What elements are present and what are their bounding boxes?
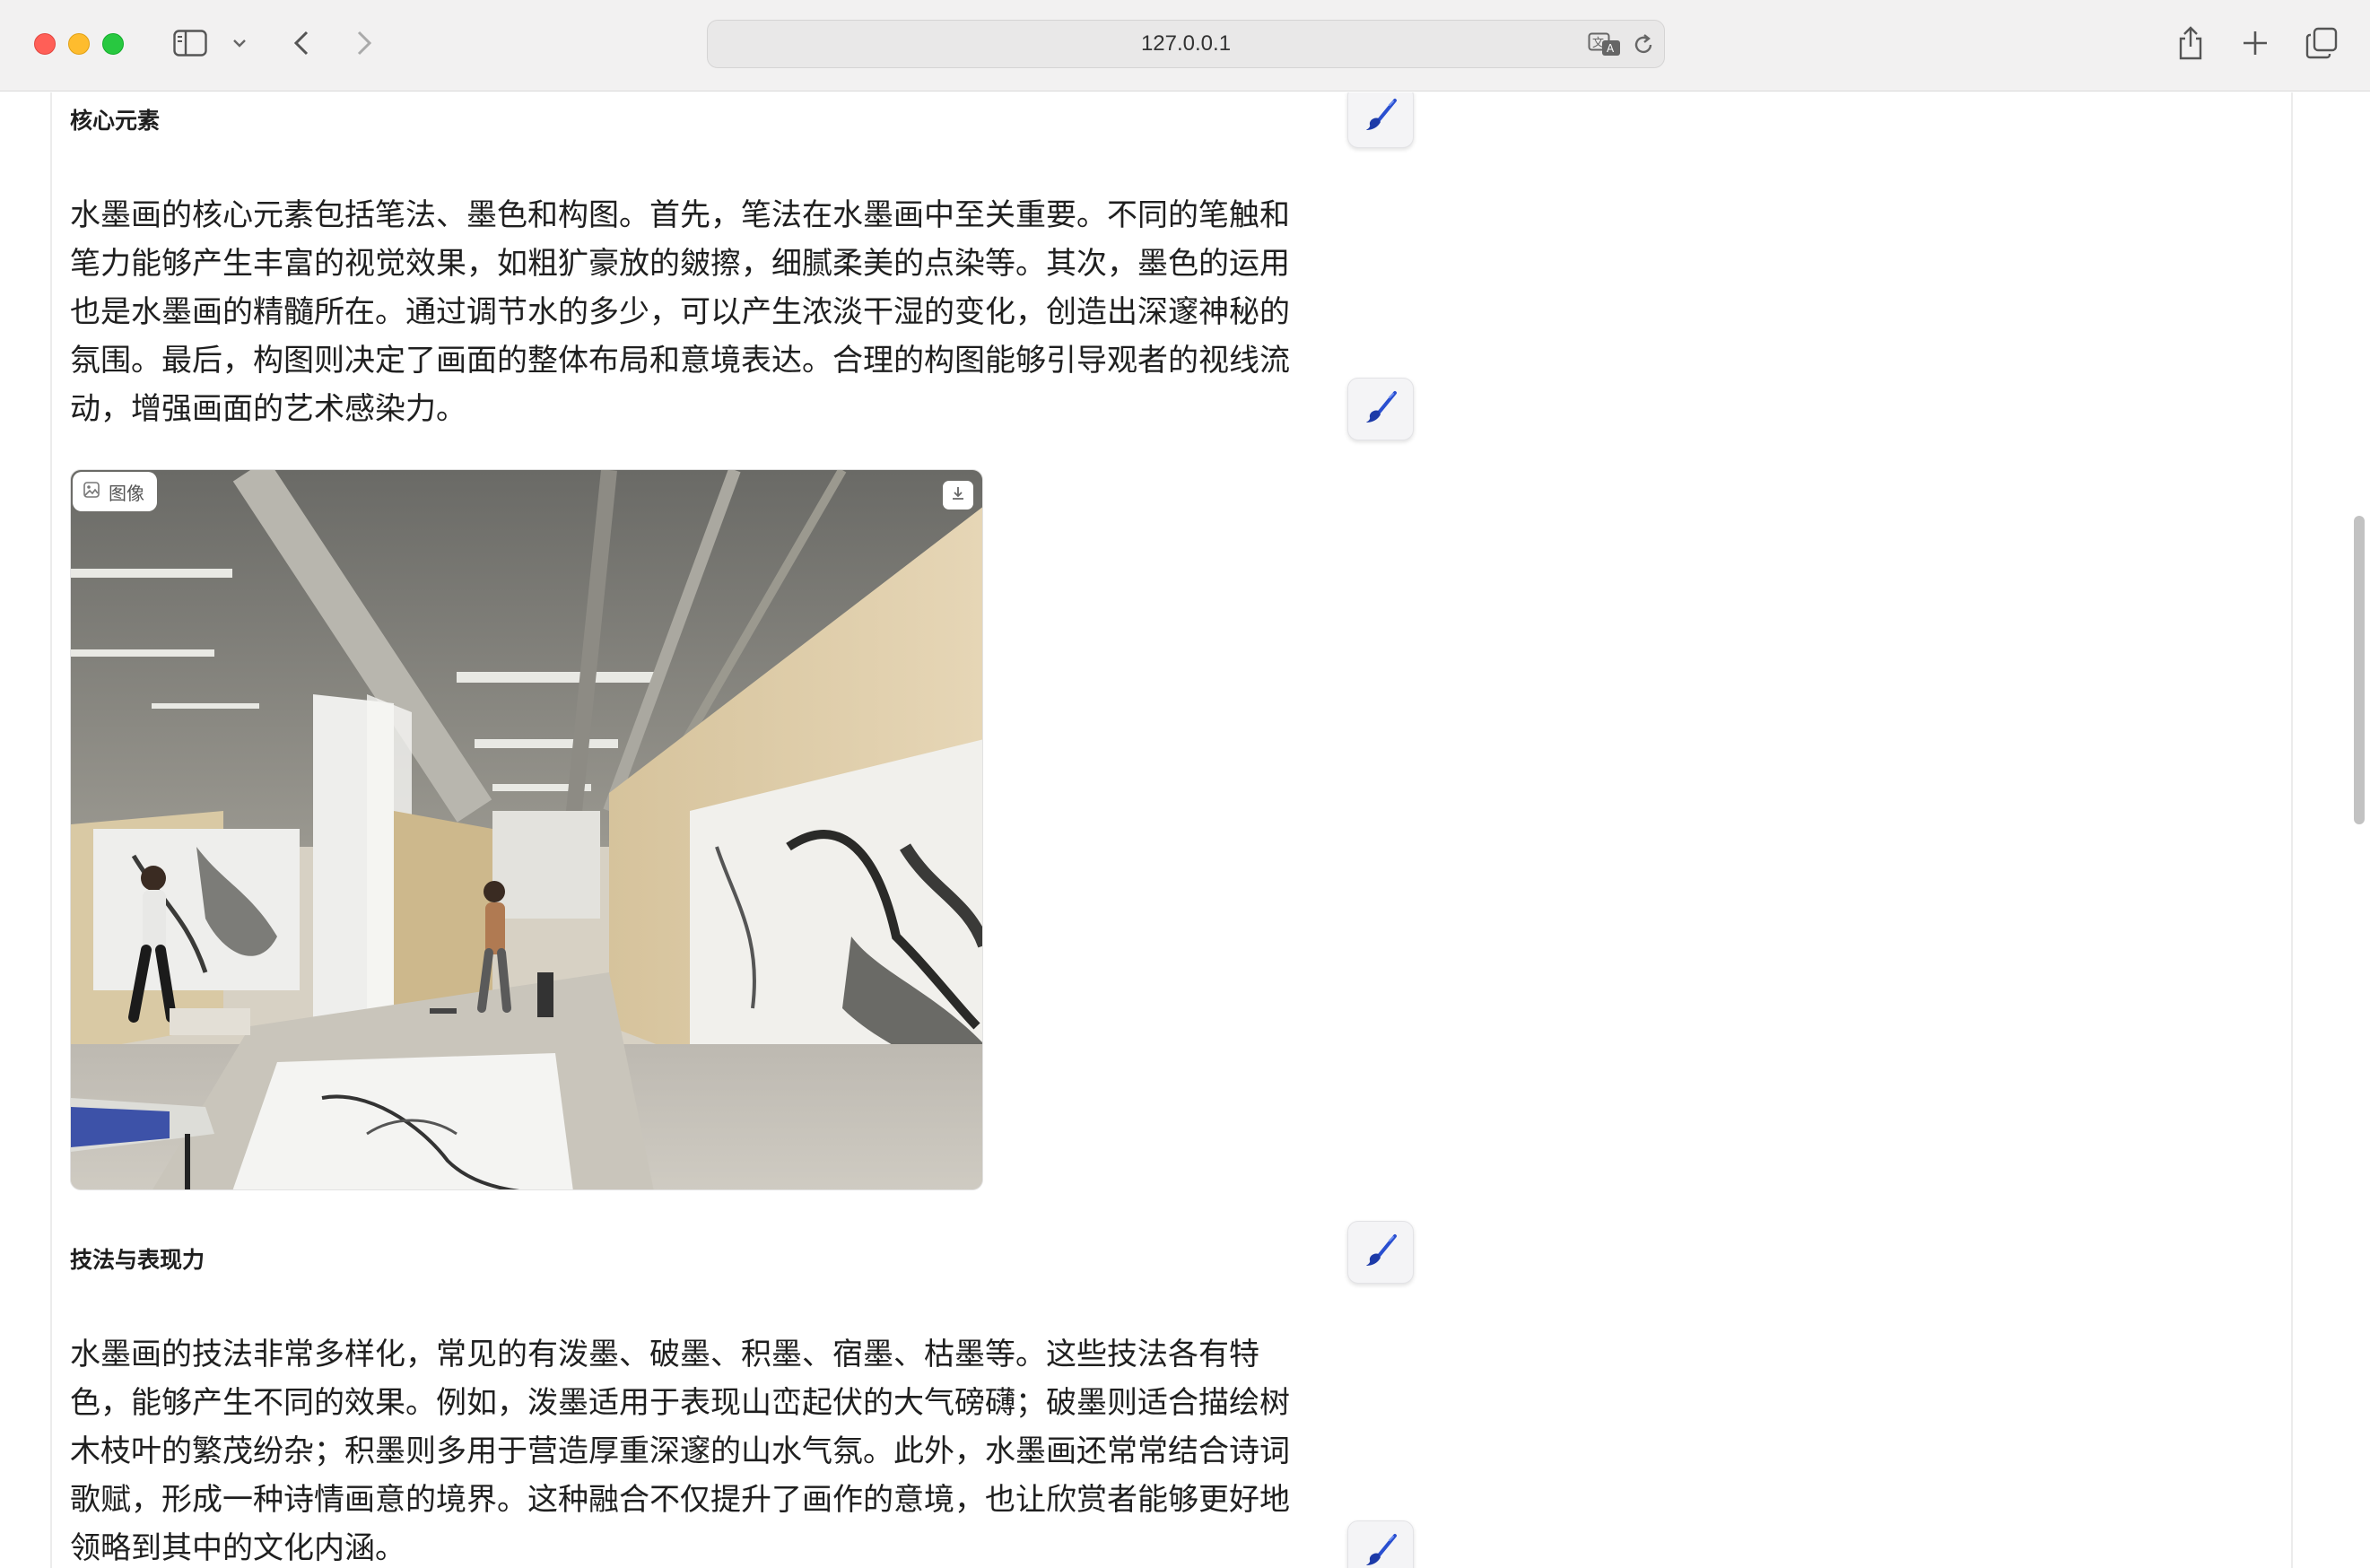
browser-toolbar: 127.0.0.1 文A (0, 0, 2370, 91)
content-border-right (2291, 92, 2293, 1568)
content-border-left (50, 92, 52, 1568)
reload-icon[interactable] (1630, 31, 1657, 58)
section-title-core-elements: 核心元素 (70, 108, 161, 134)
section-paragraph-techniques: 水墨画的技法非常多样化，常见的有泼墨、破墨、积墨、宿墨、枯墨等。这些技法各有特色… (70, 1337, 1290, 1566)
forward-icon[interactable] (352, 27, 377, 59)
page-content: 核心元素 水墨画的核心元素包括笔法、墨色和构图。首先，笔法在水墨画中至关重要。不… (0, 92, 2370, 1568)
tab-overview-icon[interactable] (2304, 25, 2340, 61)
sidebar-toggle-icon[interactable] (172, 27, 208, 59)
paintbrush-icon (1363, 1233, 1398, 1272)
back-icon[interactable] (289, 27, 314, 59)
paintbrush-icon (1363, 97, 1398, 136)
address-bar[interactable]: 127.0.0.1 文A (707, 20, 1665, 68)
image-icon (83, 481, 100, 502)
download-icon (951, 485, 965, 505)
minimize-window-button[interactable] (68, 33, 90, 55)
image-card[interactable]: 图像 (70, 469, 983, 1190)
image-type-badge: 图像 (73, 472, 157, 511)
close-window-button[interactable] (34, 33, 56, 55)
zoom-window-button[interactable] (102, 33, 124, 55)
share-icon[interactable] (2174, 23, 2207, 63)
section-title-techniques: 技法与表现力 (70, 1247, 205, 1273)
translate-icon[interactable]: 文A (1587, 31, 1623, 58)
download-image-button[interactable] (943, 481, 973, 510)
paintbrush-icon (1363, 1532, 1398, 1568)
section-paragraph-core-elements: 水墨画的核心元素包括笔法、墨色和构图。首先，笔法在水墨画中至关重要。不同的笔触和… (70, 197, 1290, 427)
image-badge-label: 图像 (109, 482, 144, 504)
paintbrush-icon (1363, 389, 1398, 429)
gallery-photo (71, 470, 982, 1189)
edit-paragraph-button[interactable] (1347, 378, 1414, 440)
chevron-down-icon[interactable] (230, 34, 249, 52)
edit-title-button[interactable] (1347, 92, 1414, 148)
svg-text:A: A (1607, 42, 1615, 55)
scrollbar-thumb[interactable] (2354, 516, 2365, 824)
url-text: 127.0.0.1 (1140, 31, 1232, 56)
edit-paragraph-button[interactable] (1347, 1520, 1414, 1568)
new-tab-icon[interactable] (2239, 27, 2271, 59)
edit-title-button[interactable] (1347, 1221, 1414, 1284)
